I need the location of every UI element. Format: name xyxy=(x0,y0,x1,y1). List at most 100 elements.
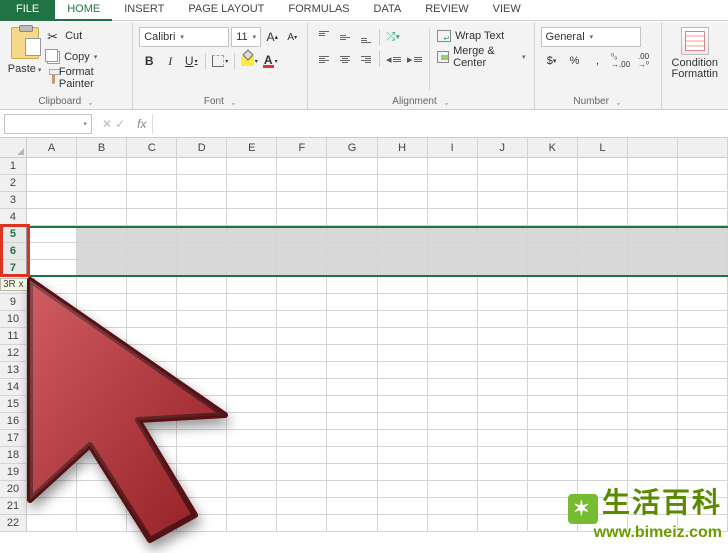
cell[interactable] xyxy=(528,226,578,243)
increase-indent-button[interactable]: ▸ xyxy=(404,49,424,69)
row[interactable]: 3 xyxy=(0,192,728,209)
percent-button[interactable]: % xyxy=(564,51,586,71)
cancel-formula-button[interactable]: ✕ xyxy=(102,117,112,131)
cell[interactable] xyxy=(528,175,578,192)
cell[interactable] xyxy=(578,447,628,464)
cell[interactable] xyxy=(478,175,528,192)
cell[interactable] xyxy=(628,362,678,379)
cell[interactable] xyxy=(528,328,578,345)
cell[interactable] xyxy=(478,413,528,430)
cell[interactable] xyxy=(678,413,728,430)
cell[interactable] xyxy=(378,311,428,328)
row-header[interactable]: 1 xyxy=(0,158,27,175)
fx-button[interactable]: fx xyxy=(131,117,152,131)
tab-review[interactable]: REVIEW xyxy=(413,0,480,21)
cell[interactable] xyxy=(277,243,327,260)
cell[interactable] xyxy=(428,447,478,464)
cell[interactable] xyxy=(428,209,478,226)
cell[interactable] xyxy=(578,413,628,430)
cell[interactable] xyxy=(77,158,127,175)
cell[interactable] xyxy=(478,294,528,311)
cell[interactable] xyxy=(528,243,578,260)
enter-formula-button[interactable]: ✓ xyxy=(115,117,125,131)
cell[interactable] xyxy=(578,243,628,260)
cell[interactable] xyxy=(428,158,478,175)
cell[interactable] xyxy=(428,175,478,192)
cell[interactable] xyxy=(678,260,728,277)
tab-file[interactable]: FILE xyxy=(0,0,55,21)
cell[interactable] xyxy=(327,277,377,294)
cell[interactable] xyxy=(578,260,628,277)
cell[interactable] xyxy=(127,243,177,260)
cell[interactable] xyxy=(578,192,628,209)
cell[interactable] xyxy=(327,413,377,430)
col-header[interactable]: B xyxy=(77,138,127,157)
increase-decimal-button[interactable]: ⁰₀→.00 xyxy=(610,51,632,71)
cell[interactable] xyxy=(478,396,528,413)
cell[interactable] xyxy=(628,464,678,481)
col-header[interactable] xyxy=(678,138,728,157)
cell[interactable] xyxy=(478,464,528,481)
cell[interactable] xyxy=(478,277,528,294)
cut-button[interactable]: ✂ Cut xyxy=(47,27,126,45)
copy-button[interactable]: Copy ▾ xyxy=(47,48,126,66)
cell[interactable] xyxy=(578,396,628,413)
cell[interactable] xyxy=(327,260,377,277)
cell[interactable] xyxy=(628,243,678,260)
col-header[interactable]: K xyxy=(528,138,578,157)
col-header[interactable]: C xyxy=(127,138,177,157)
cell[interactable] xyxy=(628,158,678,175)
cell[interactable] xyxy=(27,209,77,226)
cell[interactable] xyxy=(428,192,478,209)
cell[interactable] xyxy=(428,226,478,243)
cell[interactable] xyxy=(177,192,227,209)
cell[interactable] xyxy=(378,464,428,481)
cell[interactable] xyxy=(378,277,428,294)
paste-button[interactable]: Paste xyxy=(4,25,45,94)
cell[interactable] xyxy=(478,430,528,447)
cell[interactable] xyxy=(678,209,728,226)
increase-font-button[interactable]: A▴ xyxy=(263,27,281,47)
cell[interactable] xyxy=(628,447,678,464)
row-header[interactable]: 2 xyxy=(0,175,27,192)
cell[interactable] xyxy=(628,260,678,277)
cell[interactable] xyxy=(478,447,528,464)
cell[interactable] xyxy=(678,396,728,413)
cell[interactable] xyxy=(528,362,578,379)
cell[interactable] xyxy=(327,158,377,175)
currency-button[interactable]: $ ▾ xyxy=(541,51,563,71)
bold-button[interactable]: B xyxy=(139,51,159,71)
tab-insert[interactable]: INSERT xyxy=(112,0,176,21)
cell[interactable] xyxy=(528,447,578,464)
cell[interactable] xyxy=(327,396,377,413)
cell[interactable] xyxy=(578,328,628,345)
cell[interactable] xyxy=(678,243,728,260)
cell[interactable] xyxy=(227,226,277,243)
cell[interactable] xyxy=(378,345,428,362)
tab-formulas[interactable]: FORMULAS xyxy=(276,0,361,21)
tab-home[interactable]: HOME xyxy=(55,0,112,21)
row-header[interactable]: 3 xyxy=(0,192,27,209)
cell[interactable] xyxy=(578,379,628,396)
cell[interactable] xyxy=(528,430,578,447)
cell[interactable] xyxy=(578,362,628,379)
cell[interactable] xyxy=(678,158,728,175)
cell[interactable] xyxy=(327,192,377,209)
cell[interactable] xyxy=(628,311,678,328)
comma-button[interactable]: , xyxy=(587,51,609,71)
cell[interactable] xyxy=(77,243,127,260)
cell[interactable] xyxy=(528,294,578,311)
cell[interactable] xyxy=(277,192,327,209)
cell[interactable] xyxy=(378,413,428,430)
tab-data[interactable]: DATA xyxy=(362,0,414,21)
formula-input[interactable] xyxy=(152,114,728,134)
cell[interactable] xyxy=(478,481,528,498)
cell[interactable] xyxy=(628,396,678,413)
cell[interactable] xyxy=(127,158,177,175)
row-header[interactable]: 4 xyxy=(0,209,27,226)
cell[interactable] xyxy=(327,362,377,379)
cell[interactable] xyxy=(378,175,428,192)
cell[interactable] xyxy=(378,515,428,532)
cell[interactable] xyxy=(678,447,728,464)
cell[interactable] xyxy=(378,294,428,311)
